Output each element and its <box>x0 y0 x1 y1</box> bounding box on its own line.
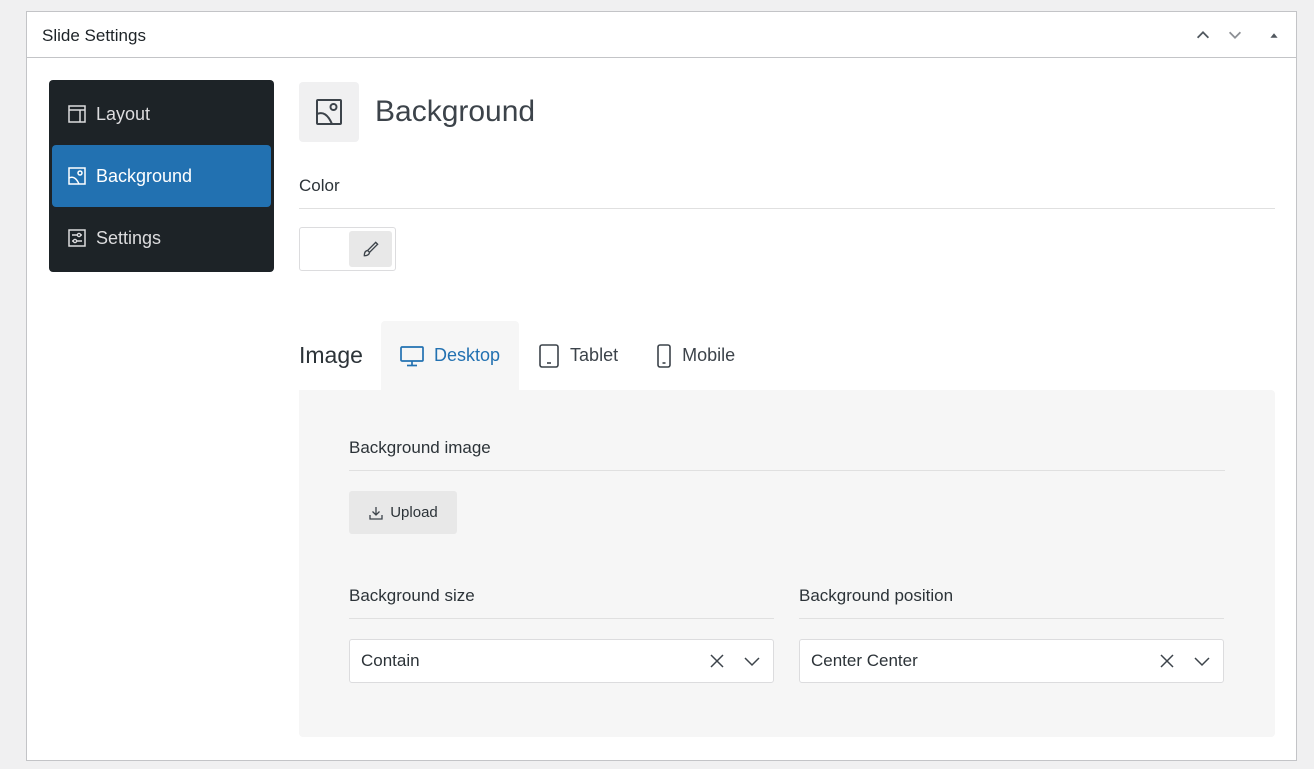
move-down-button[interactable] <box>1224 24 1246 46</box>
background-image-label: Background image <box>349 438 1225 471</box>
select-value: Center Center <box>811 651 918 670</box>
slide-settings-panel: Slide Settings Layout Background Setting… <box>26 11 1297 761</box>
mobile-icon <box>657 343 671 368</box>
image-heading: Image <box>299 342 363 368</box>
tab-tablet[interactable]: Tablet <box>519 321 637 390</box>
sidebar-item-layout[interactable]: Layout <box>52 83 271 145</box>
sidebar-item-settings[interactable]: Settings <box>52 207 271 269</box>
settings-sidebar: Layout Background Settings <box>49 80 274 272</box>
sidebar-item-label: Layout <box>96 103 151 124</box>
chevron-down-icon[interactable] <box>1193 652 1211 670</box>
brush-icon <box>363 240 379 256</box>
tab-desktop[interactable]: Desktop <box>381 321 520 390</box>
sidebar-item-background[interactable]: Background <box>52 145 271 207</box>
background-section: Background Color Image Desktop Tablet Mo… <box>299 82 1275 737</box>
panel-title: Slide Settings <box>42 26 146 45</box>
close-icon[interactable] <box>708 652 726 670</box>
toggle-panel-button[interactable] <box>1263 24 1285 46</box>
image-icon <box>68 167 86 185</box>
tab-label: Desktop <box>434 345 501 365</box>
chevron-up-icon <box>1196 31 1210 39</box>
upload-button[interactable]: Upload <box>349 491 457 534</box>
color-label: Color <box>299 176 1275 209</box>
close-icon[interactable] <box>1158 652 1176 670</box>
tab-label: Mobile <box>682 345 736 365</box>
tablet-icon <box>539 343 559 368</box>
panel-header: Slide Settings <box>27 12 1296 58</box>
layout-icon <box>68 105 86 123</box>
upload-label: Upload <box>390 504 438 521</box>
select-value: Contain <box>361 651 420 670</box>
page-title: Background <box>375 95 536 128</box>
tab-label: Tablet <box>570 345 619 365</box>
download-icon <box>369 506 383 520</box>
sidebar-item-label: Background <box>96 165 193 186</box>
background-position-field: Background position Center Center <box>799 586 1224 683</box>
background-position-select[interactable]: Center Center <box>799 639 1224 683</box>
background-position-label: Background position <box>799 586 1224 619</box>
desktop-icon <box>400 345 424 366</box>
sidebar-item-label: Settings <box>96 227 162 248</box>
color-picker[interactable] <box>299 227 396 271</box>
section-icon-box <box>299 82 359 142</box>
move-up-button[interactable] <box>1192 24 1214 46</box>
background-size-label: Background size <box>349 586 774 619</box>
color-picker-button[interactable] <box>349 231 392 267</box>
tab-mobile[interactable]: Mobile <box>637 321 754 390</box>
section-header: Background <box>299 82 1275 142</box>
image-settings-box: Background image Upload Background size … <box>299 390 1275 737</box>
background-size-select[interactable]: Contain <box>349 639 774 683</box>
image-tabs-row: Image Desktop Tablet Mobile <box>299 321 1275 390</box>
sliders-icon <box>68 229 86 247</box>
chevron-down-icon <box>1228 31 1242 39</box>
selects-row: Background size Contain Background posit… <box>349 586 1225 683</box>
image-icon <box>316 99 342 125</box>
caret-up-icon <box>1270 33 1278 38</box>
chevron-down-icon[interactable] <box>743 652 761 670</box>
background-size-field: Background size Contain <box>349 586 774 683</box>
